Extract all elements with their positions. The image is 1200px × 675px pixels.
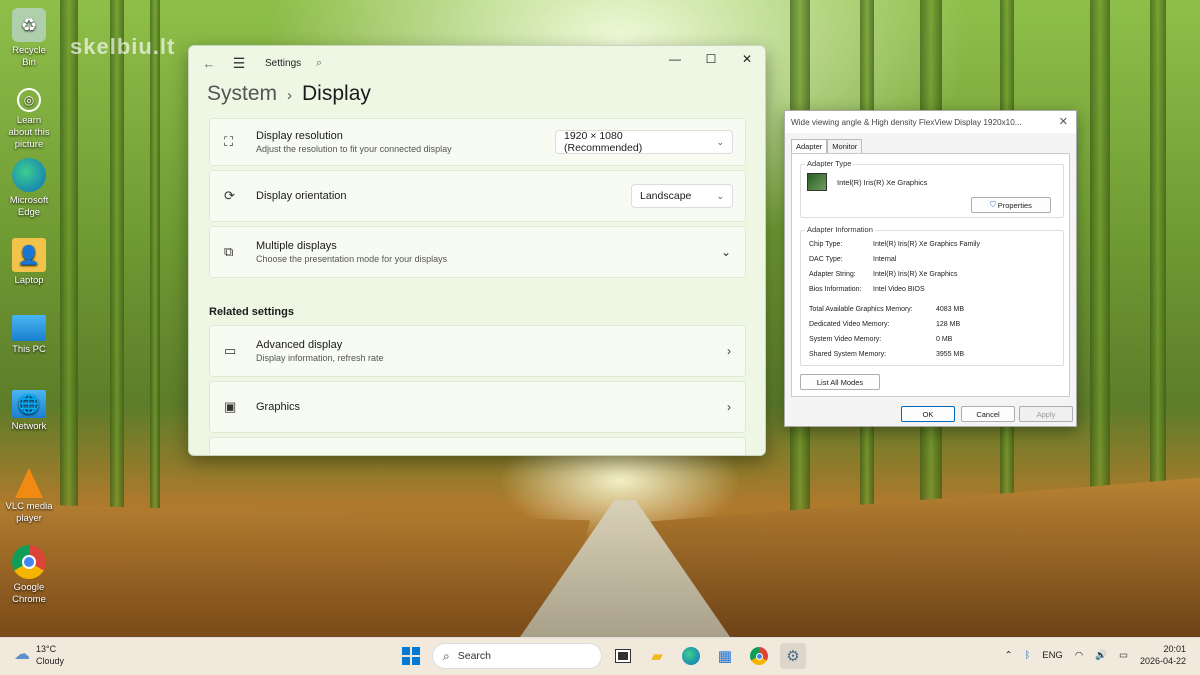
search-icon: ⌕ — [443, 648, 450, 663]
desktop-icon-learn-picture[interactable]: ◎ Learn about this picture — [4, 88, 54, 151]
clock[interactable]: 20:01 2026-04-22 — [1140, 643, 1186, 667]
list-all-modes-button[interactable]: List All Modes — [800, 374, 880, 390]
cloud-icon: ☁ — [14, 646, 30, 663]
settings-gear-icon[interactable]: ⚙ — [780, 643, 806, 669]
breadcrumb-system[interactable]: System — [207, 82, 277, 106]
dialog-titlebar: Wide viewing angle & High density FlexVi… — [785, 111, 1076, 133]
orientation-icon: ⟳ — [224, 188, 235, 203]
graphics-card[interactable]: ▣ Graphics › — [209, 381, 746, 433]
orientation-dropdown[interactable]: Landscape ⌄ — [631, 184, 733, 208]
desktop-icon-vlc[interactable]: VLC media player — [4, 468, 54, 525]
advanced-display-card[interactable]: ▭ Advanced display Display information, … — [209, 325, 746, 377]
display-orientation-card: ⟳ Display orientation Landscape ⌄ — [209, 170, 746, 222]
settings-window: ← ☰ Settings ⌕ — ☐ ✕ System › Display ⛶ … — [188, 45, 766, 456]
desktop-icon-chrome[interactable]: Google Chrome — [4, 545, 54, 606]
edge-icon[interactable] — [678, 643, 704, 669]
adapter-name: Intel(R) Iris(R) Xe Graphics — [837, 178, 928, 187]
adapter-panel: Adapter Type Intel(R) Iris(R) Xe Graphic… — [791, 153, 1070, 397]
chrome-icon — [12, 545, 46, 579]
chevron-up-icon[interactable]: ⌃ — [1005, 650, 1013, 661]
desktop-icon-network[interactable]: 🌐 Network — [4, 390, 54, 433]
weather-widget[interactable]: ☁ 13°C Cloudy — [14, 643, 64, 667]
network-icon: 🌐 — [12, 390, 46, 418]
weather-temp: 13°C — [36, 644, 57, 654]
cancel-button[interactable]: Cancel — [961, 406, 1015, 422]
back-arrow-icon[interactable]: ← — [197, 56, 221, 71]
multiple-displays-icon: ⧉ — [224, 244, 234, 259]
adapter-properties-dialog: Wide viewing angle & High density FlexVi… — [784, 110, 1077, 427]
monitor-icon: ▭ — [224, 343, 237, 358]
windows-icon — [402, 647, 420, 665]
battery-icon[interactable]: ▭ — [1119, 650, 1128, 661]
close-button[interactable]: ✕ — [729, 46, 765, 72]
info-row: Bios Information: Intel Video BIOS — [809, 286, 925, 293]
vlc-icon — [15, 468, 43, 498]
adapter-info-group: Adapter Information Chip Type: Intel(R) I… — [800, 225, 1064, 366]
task-view-icon[interactable] — [610, 643, 636, 669]
tab-monitor[interactable]: Monitor — [827, 139, 863, 153]
recycle-bin-icon: ♻ — [12, 8, 46, 42]
ok-button[interactable]: OK — [901, 406, 955, 422]
resolution-icon: ⛶ — [224, 134, 234, 149]
dialog-tabs: Adapter Monitor — [791, 139, 863, 153]
settings-titlebar: ← ☰ Settings ⌕ — ☐ ✕ — [189, 46, 765, 80]
store-icon[interactable]: ▦ — [712, 643, 738, 669]
adapter-type-group: Adapter Type Intel(R) Iris(R) Xe Graphic… — [800, 159, 1064, 218]
chevron-down-icon: ⌄ — [720, 245, 731, 259]
system-tray: ⌃ ᛒ ENG ◠ 🔊 ▭ 20:01 2026-04-22 — [1005, 643, 1186, 667]
close-icon[interactable]: ✕ — [1059, 115, 1068, 128]
properties-button[interactable]: ⛉ Properties — [971, 197, 1051, 213]
volume-icon[interactable]: 🔊 — [1095, 650, 1107, 661]
weather-desc: Cloudy — [36, 656, 65, 666]
graphics-card-icon: ▣ — [224, 399, 237, 414]
page-title: Display — [302, 82, 371, 105]
desktop-icon-laptop[interactable]: 👤 Laptop — [4, 238, 54, 287]
related-settings-heading: Related settings — [209, 306, 294, 318]
shield-icon: ⛉ — [990, 200, 996, 209]
memory-row: Shared System Memory: 3955 MB — [809, 351, 965, 358]
edge-icon — [12, 158, 46, 192]
desktop-icon-this-pc[interactable]: This PC — [4, 315, 54, 356]
bluetooth-icon[interactable]: ᛒ — [1025, 650, 1031, 661]
hamburger-menu-icon[interactable]: ☰ — [227, 55, 251, 72]
desktop-icon-edge[interactable]: Microsoft Edge — [4, 158, 54, 219]
memory-row: System Video Memory: 0 MB — [809, 336, 953, 343]
camera-icon: ◎ — [17, 88, 41, 112]
search-icon[interactable]: ⌕ — [307, 57, 331, 70]
info-row: DAC Type: Internal — [809, 256, 897, 263]
resolution-dropdown[interactable]: 1920 × 1080 (Recommended) ⌄ — [555, 130, 733, 154]
wifi-icon[interactable]: ◠ — [1075, 650, 1083, 661]
taskbar-center: ⌕ Search ▰ ▦ ⚙ — [398, 643, 806, 669]
breadcrumb-separator: › — [287, 87, 293, 104]
taskbar: ☁ 13°C Cloudy ⌕ Search ▰ ▦ ⚙ ⌃ ᛒ ENG ◠ 🔊… — [0, 637, 1200, 675]
minimize-button[interactable]: — — [657, 46, 693, 72]
apply-button[interactable]: Apply — [1019, 406, 1073, 422]
graphics-card-icon — [807, 173, 827, 191]
memory-row: Total Available Graphics Memory: 4083 MB — [809, 306, 965, 313]
tab-adapter[interactable]: Adapter — [791, 139, 828, 153]
maximize-button[interactable]: ☐ — [693, 46, 729, 72]
language-indicator[interactable]: ENG — [1042, 650, 1063, 661]
desktop-icon-recycle-bin[interactable]: ♻ Recycle Bin — [4, 8, 54, 69]
taskbar-search[interactable]: ⌕ Search — [432, 643, 602, 669]
chevron-right-icon: › — [727, 400, 731, 414]
chevron-down-icon: ⌄ — [716, 136, 724, 147]
chevron-down-icon: ⌄ — [716, 190, 724, 201]
chevron-right-icon: › — [727, 344, 731, 358]
start-button[interactable] — [398, 643, 424, 669]
breadcrumb: System › Display — [207, 82, 371, 106]
monitor-icon — [12, 315, 46, 341]
watermark: skelbiu.lt — [70, 34, 176, 59]
display-resolution-card: ⛶ Display resolution Adjust the resoluti… — [209, 118, 746, 166]
info-row: Adapter String: Intel(R) Iris(R) Xe Graph… — [809, 271, 958, 278]
info-row: Chip Type: Intel(R) Iris(R) Xe Graphics F… — [809, 241, 980, 248]
folder-user-icon: 👤 — [12, 238, 46, 272]
multiple-displays-card[interactable]: ⧉ Multiple displays Choose the presentat… — [209, 226, 746, 278]
settings-app-title: Settings — [265, 57, 302, 69]
memory-row: Dedicated Video Memory: 128 MB — [809, 321, 961, 328]
chrome-icon[interactable] — [746, 643, 772, 669]
file-explorer-icon[interactable]: ▰ — [644, 643, 670, 669]
partial-card[interactable] — [209, 437, 746, 455]
